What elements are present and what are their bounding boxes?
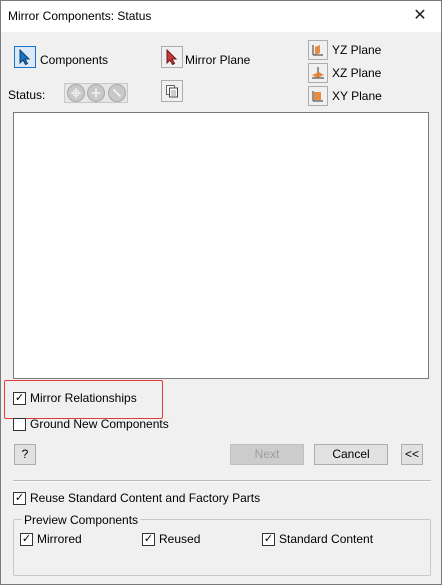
- mirror-relationships-label: Mirror Relationships: [30, 391, 137, 405]
- xz-plane-button[interactable]: [308, 63, 328, 83]
- xz-plane-icon: [312, 67, 324, 79]
- xy-plane-label[interactable]: XY Plane: [332, 89, 382, 103]
- preview-mirrored-checkbox[interactable]: ✓: [20, 532, 33, 546]
- mirror-status-icon[interactable]: [67, 84, 85, 102]
- ground-new-components-checkbox[interactable]: [13, 417, 26, 431]
- copy-icon: [166, 85, 178, 98]
- preview-components-title: Preview Components: [22, 513, 141, 527]
- preview-standard-content-checkbox[interactable]: ✓: [262, 532, 275, 546]
- next-button[interactable]: Next: [230, 444, 304, 465]
- mirror-plane-select-button[interactable]: [161, 46, 183, 68]
- components-list[interactable]: [13, 112, 429, 379]
- plus-glyph-icon: [91, 88, 101, 98]
- separator: [13, 480, 431, 482]
- collapse-button[interactable]: <<: [401, 444, 423, 465]
- mirror-plane-label: Mirror Plane: [185, 53, 251, 67]
- close-button[interactable]: ✕: [403, 3, 437, 29]
- cancel-button[interactable]: Cancel: [314, 444, 388, 465]
- status-label: Status:: [8, 88, 46, 102]
- yz-plane-button[interactable]: [308, 40, 328, 60]
- preview-components-group: [13, 519, 431, 576]
- reuse-standard-label: Reuse Standard Content and Factory Parts: [30, 491, 261, 505]
- preview-reused-option[interactable]: ✓ Reused: [142, 532, 200, 546]
- yz-plane-label[interactable]: YZ Plane: [332, 43, 381, 57]
- reuse-standard-option[interactable]: ✓ Reuse Standard Content and Factory Par…: [13, 491, 260, 505]
- mirror-relationships-checkbox[interactable]: ✓: [13, 391, 26, 405]
- dialog-title: Mirror Components: Status: [8, 9, 152, 23]
- mirror-components-dialog: Mirror Components: Status ✕ Components M…: [0, 0, 442, 585]
- exclude-status-icon[interactable]: [108, 84, 126, 102]
- mirror-glyph-icon: [71, 88, 81, 98]
- components-label: Components: [40, 53, 109, 67]
- preview-mirrored-option[interactable]: ✓ Mirrored: [20, 532, 82, 546]
- ground-new-components-option[interactable]: Ground New Components: [13, 417, 169, 431]
- help-button[interactable]: ?: [14, 444, 36, 465]
- preview-mirrored-label: Mirrored: [37, 532, 82, 546]
- xy-plane-button[interactable]: [308, 86, 328, 106]
- preview-standard-content-option[interactable]: ✓ Standard Content: [262, 532, 373, 546]
- xz-plane-label[interactable]: XZ Plane: [332, 66, 381, 80]
- preview-reused-label: Reused: [159, 532, 201, 546]
- xy-plane-icon: [312, 91, 323, 102]
- components-select-button[interactable]: [14, 46, 36, 68]
- select-arrow-icon: [19, 49, 31, 65]
- title-bar: Mirror Components: Status ✕: [1, 1, 441, 32]
- no-glyph-icon: [112, 88, 122, 98]
- select-arrow-red-icon: [166, 49, 178, 65]
- preview-standard-content-label: Standard Content: [279, 532, 374, 546]
- reuse-standard-checkbox[interactable]: ✓: [13, 491, 26, 505]
- reuse-status-icon[interactable]: [87, 84, 105, 102]
- copy-list-button[interactable]: [161, 80, 183, 102]
- mirror-relationships-option[interactable]: ✓ Mirror Relationships: [13, 391, 137, 405]
- yz-plane-icon: [312, 45, 323, 56]
- ground-new-components-label: Ground New Components: [30, 417, 169, 431]
- preview-reused-checkbox[interactable]: ✓: [142, 532, 155, 546]
